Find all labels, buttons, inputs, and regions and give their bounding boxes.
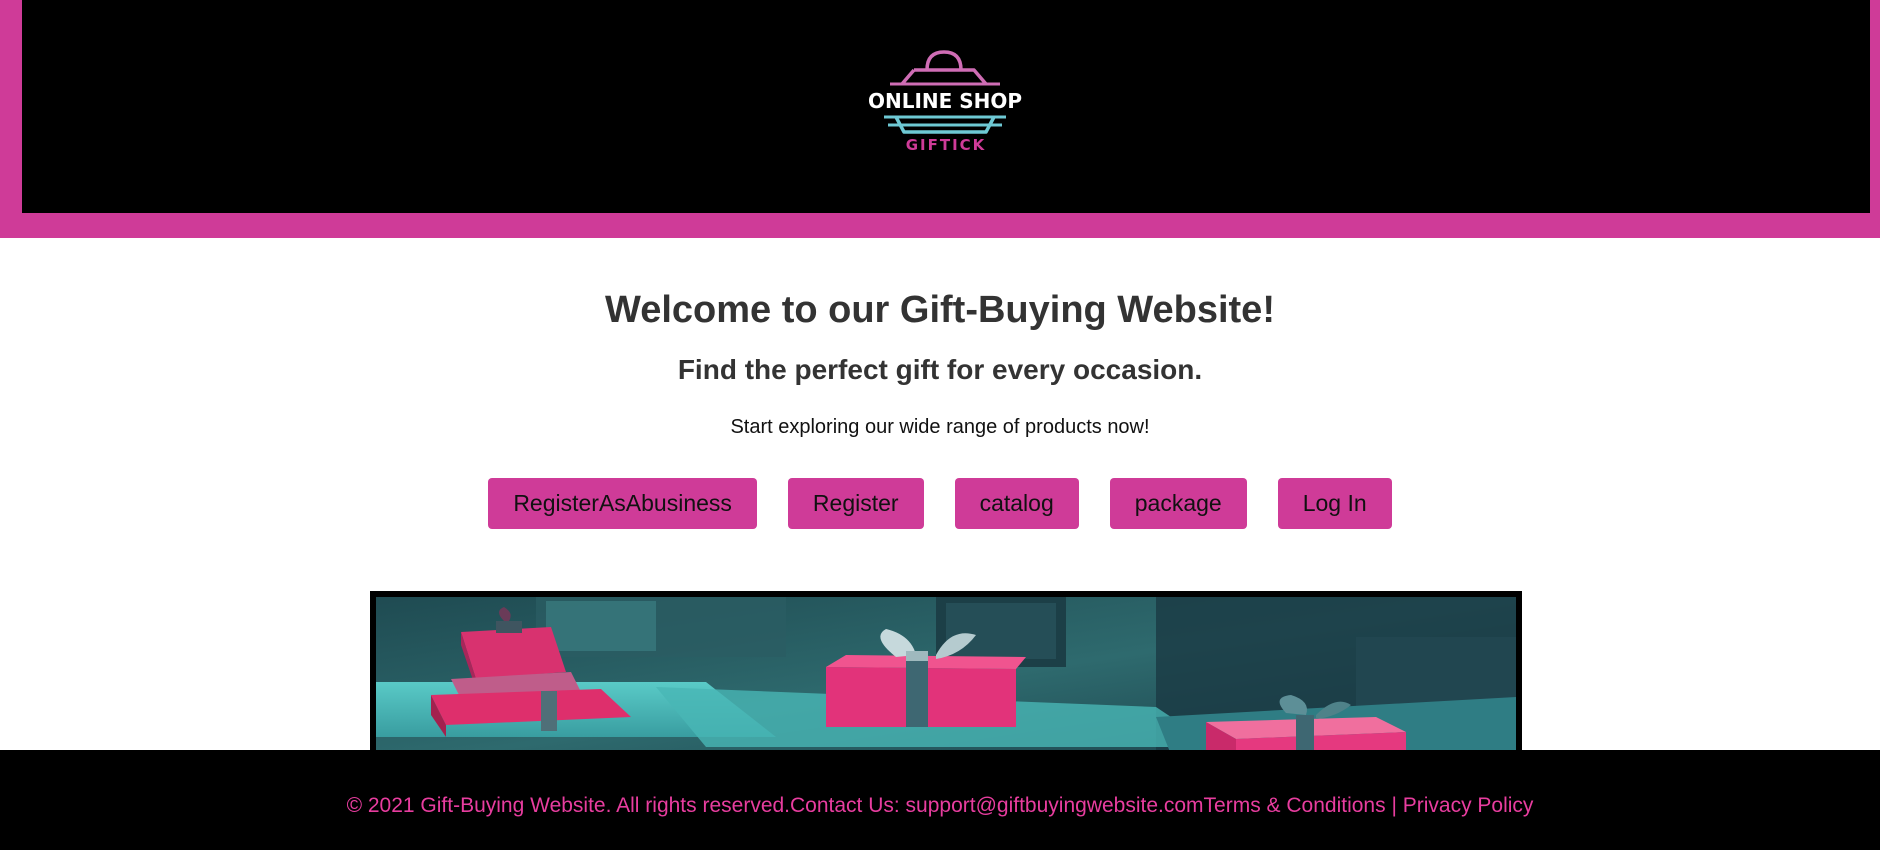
logo-text-main: ONLINE SHOP [868, 89, 1022, 113]
page-subtitle: Find the perfect gift for every occasion… [677, 354, 1203, 385]
catalog-button[interactable]: catalog [954, 478, 1079, 529]
header-bar: ONLINE SHOP GIFTICK [22, 0, 1870, 213]
shopping-bag-icon: ONLINE SHOP GIFTICK [868, 49, 1022, 154]
gift-boxes-illustration [376, 597, 1516, 761]
site-logo[interactable]: ONLINE SHOP GIFTICK [844, 46, 1048, 156]
action-buttons: RegisterAsAbusiness Register catalog pac… [0, 478, 1880, 529]
privacy-link[interactable]: Privacy Policy [1403, 794, 1534, 817]
contact-text: Contact Us: support@giftbuyingwebsite.co… [790, 794, 1204, 817]
site-footer: © 2021 Gift-Buying Website. All rights r… [0, 750, 1880, 850]
page-title: Welcome to our Gift-Buying Website! [605, 289, 1275, 331]
footer-text: © 2021 Gift-Buying Website. All rights r… [347, 794, 1534, 818]
hero-image [370, 591, 1522, 761]
register-business-button[interactable]: RegisterAsAbusiness [488, 478, 757, 529]
login-button[interactable]: Log In [1277, 478, 1392, 529]
footer-separator: | [1385, 794, 1403, 817]
copyright-text: © 2021 Gift-Buying Website. All rights r… [346, 794, 791, 817]
site-header: ONLINE SHOP GIFTICK [0, 0, 1880, 238]
logo-text-sub: GIFTICK [906, 136, 987, 154]
register-button[interactable]: Register [787, 478, 924, 529]
intro-text: Start exploring our wide range of produc… [730, 416, 1150, 438]
terms-link[interactable]: Terms & Conditions [1204, 794, 1386, 817]
package-button[interactable]: package [1109, 478, 1247, 529]
